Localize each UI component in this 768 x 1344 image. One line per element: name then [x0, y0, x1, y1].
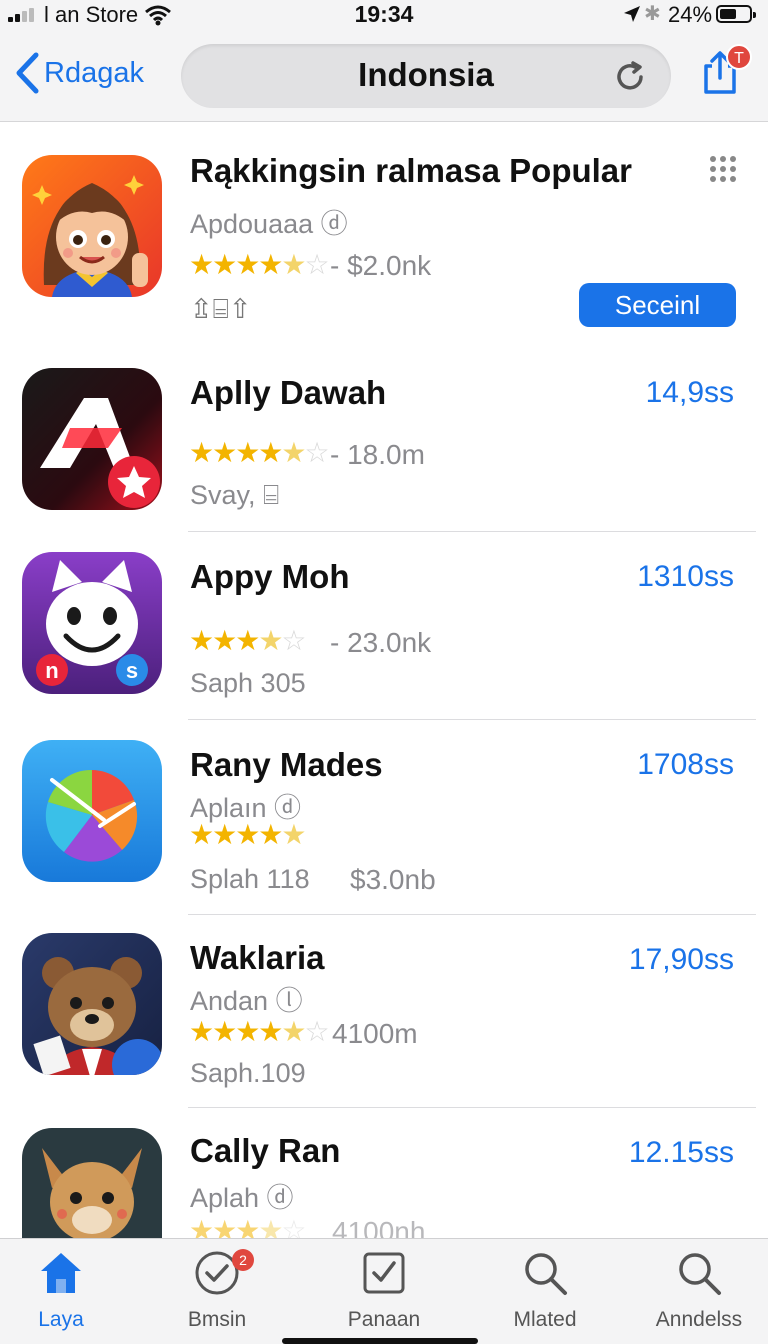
app-meta: - 18.0m [330, 439, 425, 470]
tab-laya[interactable]: Laya [0, 1249, 126, 1332]
tab-label: Mlated [513, 1308, 577, 1331]
check-square-icon [363, 1252, 405, 1294]
tab-label: Bmsin [187, 1308, 247, 1331]
chevron-left-icon [16, 52, 39, 94]
star-rating: ★★★★★☆ [189, 1016, 330, 1047]
battery-icon [716, 5, 756, 23]
featured-app-row[interactable]: Rąkkingsin ralmasa Popular Apdouaaa ⓓ ★★… [0, 122, 768, 350]
star-rating: ★★★★★☆ [189, 249, 330, 280]
app-price[interactable]: 17,90ss [629, 943, 734, 977]
app-icon-cartoon-kid [22, 155, 162, 297]
tab-bmsin[interactable]: 2 Bmsin [152, 1249, 282, 1332]
developer-name: Apdouaaa [190, 209, 314, 239]
home-indicator [282, 1338, 478, 1344]
svg-text:s: s [126, 658, 138, 683]
app-developer: Aplah ⓓ [190, 1183, 294, 1213]
back-label: Rdagak [44, 56, 144, 89]
refresh-icon[interactable] [613, 60, 647, 99]
app-subtitle: Saph.109 [190, 1058, 306, 1088]
app-row[interactable]: n s Appy Moh 1310ss ★★★★☆ - 23.0nk Saph … [0, 532, 768, 720]
notification-badge: T [726, 44, 752, 70]
app-developer: Andan ⓛ [190, 986, 303, 1016]
app-title: Aplly Dawah [190, 374, 387, 411]
app-icon-fawn [22, 1128, 162, 1238]
get-button[interactable]: Seceinl [579, 283, 736, 327]
app-title: Waklaria [190, 939, 325, 976]
navigation-bar: Rdagak Indonsia T [0, 32, 768, 122]
app-row[interactable]: Rany Mades 1708ss Aplaın ⓓ ★★★★★ Splah 1… [0, 720, 768, 915]
house-icon [41, 1253, 81, 1293]
app-meta: $3.0nb [350, 864, 436, 895]
featured-developer: Apdouaaa ⓓ [190, 202, 348, 241]
featured-title: Rąkkingsin ralmasa Popular [190, 152, 633, 189]
tab-mlated[interactable]: Mlated [480, 1249, 610, 1332]
tab-label: Anndelss [655, 1308, 743, 1331]
app-price[interactable]: 1708ss [637, 748, 734, 782]
back-button[interactable]: Rdagak [14, 52, 144, 94]
location-arrow-icon [622, 4, 642, 29]
star-rating: ★★★★☆ [189, 1215, 307, 1238]
app-row[interactable]: Cally Ran 12.15ss Aplah ⓓ ★★★★☆ 4100nh [0, 1108, 768, 1238]
featured-meta: - $2.0nk [330, 250, 432, 281]
app-subtitle: Splah 118 [190, 864, 310, 894]
app-title: Rany Mades [190, 746, 383, 783]
search-icon [679, 1253, 721, 1295]
more-grid-icon[interactable] [708, 154, 738, 189]
tab-label: Laya [38, 1308, 84, 1331]
star-rating: ★★★★☆ [189, 625, 307, 656]
developer-mark: ⓓ [320, 209, 348, 239]
app-title: Cally Ran [190, 1132, 341, 1169]
tag-icons: ⇫⌸⇧ [190, 294, 252, 324]
app-icon-white-cat: n s [22, 552, 162, 694]
app-subtitle: Svay, ⌸ [190, 480, 280, 510]
tab-bar: Laya 2 Bmsin Panaan Mlated Anndelss [0, 1238, 768, 1344]
star-rating: ★★★★★☆ [189, 437, 330, 468]
app-price[interactable]: 12.15ss [629, 1136, 734, 1170]
tab-label: Panaan [347, 1308, 421, 1331]
tab-anndelss[interactable]: Anndelss [634, 1249, 764, 1332]
status-bar: l an Store 19:34 ✱ 24% [0, 0, 768, 32]
app-row[interactable]: Waklaria 17,90ss Andan ⓛ ★★★★★☆ 4100m Sa… [0, 915, 768, 1108]
search-icon [525, 1253, 567, 1295]
star-rating: ★★★★★ [189, 819, 307, 850]
app-meta: 4100m [332, 1018, 418, 1049]
app-meta: 4100nh [332, 1216, 426, 1238]
app-meta: - 23.0nk [330, 627, 432, 658]
app-price[interactable]: 1310ss [637, 560, 734, 594]
search-field[interactable]: Indonsia [181, 44, 671, 108]
app-subtitle: Saph 305 [190, 668, 306, 698]
bluetooth-icon: ✱ [644, 3, 661, 25]
tab-badge: 2 [232, 1249, 254, 1271]
app-icon-red-a [22, 368, 162, 510]
app-row[interactable]: Aplly Dawah 14,9ss ★★★★★☆ - 18.0m Svay, … [0, 350, 768, 532]
app-price[interactable]: 14,9ss [646, 376, 734, 410]
battery-percent: 24% [668, 2, 713, 27]
app-icon-color-wheel [22, 740, 162, 882]
app-title: Appy Moh [190, 558, 350, 595]
svg-text:n: n [45, 658, 58, 683]
search-title: Indonsia [358, 56, 494, 93]
app-icon-bear [22, 933, 162, 1075]
tab-panaan[interactable]: Panaan [319, 1249, 449, 1332]
